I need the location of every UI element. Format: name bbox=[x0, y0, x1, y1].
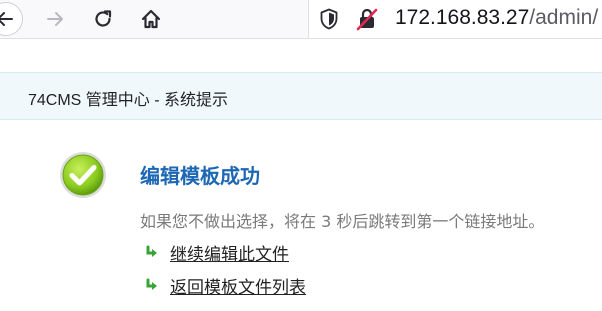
reload-icon bbox=[95, 10, 112, 27]
forward-button[interactable] bbox=[40, 0, 70, 38]
url-text[interactable]: 172.168.83.27/admin/ bbox=[395, 4, 598, 32]
page-top-spacer bbox=[0, 39, 602, 55]
success-check-icon bbox=[58, 150, 108, 200]
link-continue-edit-label[interactable]: 继续编辑此文件 bbox=[170, 240, 289, 265]
url-path: /admin/ bbox=[529, 6, 599, 29]
link-back-to-list-label[interactable]: 返回模板文件列表 bbox=[170, 273, 306, 298]
back-button[interactable] bbox=[0, 0, 26, 38]
page-header: 74CMS 管理中心 - 系统提示 bbox=[0, 72, 602, 120]
home-button[interactable] bbox=[136, 0, 166, 38]
forward-arrow-icon bbox=[47, 12, 63, 26]
insecure-lock-icon[interactable] bbox=[355, 7, 379, 35]
back-arrow-icon bbox=[0, 12, 13, 26]
address-bar[interactable]: 172.168.83.27/admin/ bbox=[308, 0, 602, 38]
url-host: 172.168.83.27 bbox=[395, 6, 530, 29]
tracking-shield-icon[interactable] bbox=[319, 8, 339, 34]
green-arrow-icon bbox=[146, 278, 157, 290]
success-message-title: 编辑模板成功 bbox=[140, 164, 260, 188]
link-continue-edit[interactable]: 继续编辑此文件 bbox=[145, 240, 289, 265]
redirect-notice: 如果您不做出选择，将在 3 秒后跳转到第一个链接地址。 bbox=[140, 212, 545, 231]
page-title: 74CMS 管理中心 - 系统提示 bbox=[28, 92, 229, 109]
reload-button[interactable] bbox=[88, 0, 118, 38]
browser-toolbar: 172.168.83.27/admin/ bbox=[0, 0, 602, 39]
link-back-to-list[interactable]: 返回模板文件列表 bbox=[145, 273, 306, 298]
home-icon bbox=[141, 9, 161, 29]
green-arrow-icon bbox=[146, 245, 157, 257]
